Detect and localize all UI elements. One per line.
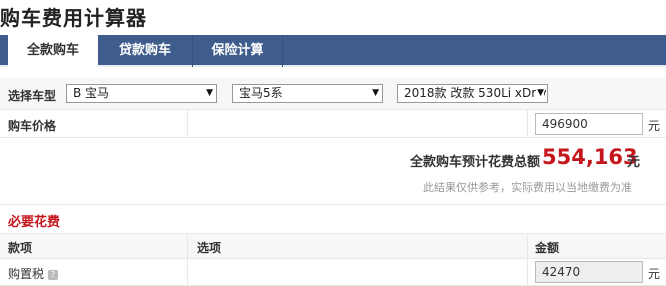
tab-loan[interactable]: 贷款购车 bbox=[98, 35, 193, 67]
price-label: 购车价格 bbox=[8, 119, 57, 133]
table-row: 购置税? 42470 元 bbox=[0, 259, 666, 286]
question-icon[interactable]: ? bbox=[48, 269, 59, 280]
brand-select[interactable]: B 宝马 ▼ bbox=[66, 84, 217, 103]
tab-bar: 全款购车 贷款购车 保险计算 bbox=[0, 35, 666, 67]
column-divider bbox=[187, 234, 188, 259]
fee-name-purchase-tax: 购置税? bbox=[8, 265, 59, 282]
column-header-item: 款项 bbox=[8, 241, 33, 255]
column-header-option: 选项 bbox=[197, 241, 222, 255]
model-select-value: 2018款 改款 530Li xDrive 豪 bbox=[404, 86, 547, 100]
fee-name-label: 购置税 bbox=[8, 267, 45, 281]
car-select-label: 选择车型 bbox=[8, 89, 57, 103]
price-row: 购车价格 496900 元 bbox=[0, 110, 666, 138]
total-unit: 元 bbox=[627, 155, 641, 170]
column-divider bbox=[187, 259, 188, 286]
chevron-down-icon: ▼ bbox=[206, 88, 213, 98]
series-select-value: 宝马5系 bbox=[239, 86, 283, 100]
price-input[interactable]: 496900 bbox=[535, 113, 643, 135]
column-divider bbox=[527, 259, 528, 286]
brand-select-value: B 宝马 bbox=[73, 86, 110, 100]
total-value: 554,163 bbox=[542, 145, 638, 169]
chevron-down-icon: ▼ bbox=[536, 85, 544, 102]
car-select-row: 选择车型 B 宝马 ▼ 宝马5系 ▼ 2018款 改款 530Li xDrive… bbox=[0, 78, 666, 110]
column-divider bbox=[527, 234, 528, 259]
disclaimer-note: 此结果仅供参考，实际费用以当地缴费为准 bbox=[423, 181, 632, 194]
tab-full-payment[interactable]: 全款购车 bbox=[8, 35, 98, 67]
purchase-tax-amount: 42470 bbox=[535, 261, 643, 283]
column-divider bbox=[187, 110, 188, 138]
column-header-amount: 金额 bbox=[535, 241, 560, 255]
model-select[interactable]: 2018款 改款 530Li xDrive 豪 ▼ bbox=[397, 84, 548, 103]
tab-insurance[interactable]: 保险计算 bbox=[193, 35, 283, 67]
column-divider bbox=[527, 110, 528, 138]
total-label: 全款购车预计花费总额 bbox=[410, 155, 541, 170]
table-header-row: 款项 选项 金额 bbox=[0, 234, 666, 259]
section-header-row bbox=[0, 204, 666, 234]
page-title: 购车费用计算器 bbox=[0, 6, 147, 30]
price-unit: 元 bbox=[648, 119, 661, 133]
purchase-tax-unit: 元 bbox=[648, 267, 661, 281]
chevron-down-icon: ▼ bbox=[372, 88, 379, 98]
series-select[interactable]: 宝马5系 ▼ bbox=[232, 84, 383, 103]
